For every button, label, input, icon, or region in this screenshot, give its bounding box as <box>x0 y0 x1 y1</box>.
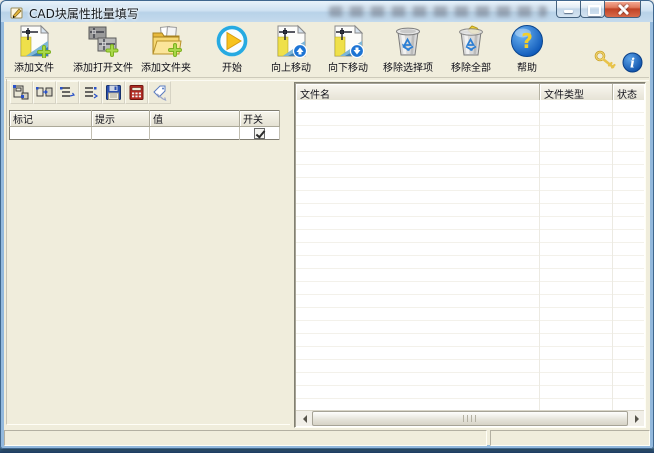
move-up-icon <box>264 24 318 62</box>
calculator-button[interactable] <box>125 81 148 104</box>
status-left <box>4 430 487 446</box>
close-button[interactable] <box>604 1 641 18</box>
horizontal-scrollbar[interactable] <box>296 410 644 426</box>
add-file-button[interactable]: 添加文件 <box>4 24 64 74</box>
svg-text:?: ? <box>521 29 533 53</box>
calculator-icon <box>128 84 145 101</box>
main-toolbar: 添加文件 添加 <box>4 23 650 76</box>
attr-list-in-icon <box>82 84 99 101</box>
key-icon[interactable] <box>594 50 618 74</box>
attribute-mini-toolbar <box>10 81 171 105</box>
move-down-button[interactable]: 向下移动 <box>321 24 375 74</box>
tag-edit-button[interactable] <box>148 81 171 104</box>
add-open-files-label: 添加打开文件 <box>64 63 142 74</box>
start-button[interactable]: 开始 <box>210 24 254 74</box>
save-icon <box>105 84 122 101</box>
attribute-table: 标记 提示 值 开关 <box>9 110 280 140</box>
remove-selected-icon <box>376 24 440 62</box>
start-label: 开始 <box>210 63 254 74</box>
background-glass-blur <box>329 6 547 17</box>
add-file-label: 添加文件 <box>4 63 64 74</box>
remove-selected-label: 移除选择项 <box>376 63 440 74</box>
minimize-icon <box>564 10 573 13</box>
attr-list-out-icon <box>59 84 76 101</box>
block-attr-apply-button[interactable] <box>33 81 56 104</box>
attribute-row[interactable] <box>10 127 280 140</box>
scrollbar-grip <box>463 415 477 422</box>
start-icon <box>210 24 254 62</box>
remove-all-label: 移除全部 <box>442 63 500 74</box>
add-folder-icon <box>134 24 198 62</box>
scroll-left-button[interactable] <box>296 411 311 426</box>
attr-cell-tag[interactable] <box>10 127 92 140</box>
help-label: 帮助 <box>506 63 548 74</box>
add-folder-label: 添加文件夹 <box>134 63 198 74</box>
file-list[interactable]: 文件名 文件类型 状态 <box>294 82 646 428</box>
move-up-button[interactable]: 向上移动 <box>264 24 318 74</box>
col-filetype[interactable]: 文件类型 <box>540 84 613 100</box>
save-button[interactable] <box>102 81 125 104</box>
help-button[interactable]: ? 帮助 <box>506 24 548 74</box>
maximize-button[interactable] <box>580 1 605 18</box>
attr-col-tag[interactable]: 标记 <box>10 111 92 127</box>
file-list-body[interactable] <box>296 100 644 410</box>
col-status[interactable]: 状态 <box>613 84 644 100</box>
svg-text:i: i <box>630 57 635 72</box>
move-up-label: 向上移动 <box>264 63 318 74</box>
attr-col-value[interactable]: 值 <box>150 111 240 127</box>
info-icon[interactable]: i <box>622 52 643 77</box>
file-list-header: 文件名 文件类型 状态 <box>296 84 644 100</box>
maximize-icon <box>588 5 601 16</box>
close-icon <box>617 3 629 15</box>
attr-list-out-button[interactable] <box>56 81 79 104</box>
attr-col-switch[interactable]: 开关 <box>240 111 280 127</box>
add-file-icon <box>4 24 64 62</box>
remove-all-icon <box>442 24 500 62</box>
attr-list-in-button[interactable] <box>79 81 102 104</box>
add-open-files-icon <box>64 24 142 62</box>
block-attr-apply-icon <box>36 84 53 101</box>
help-icon: ? <box>506 24 548 62</box>
status-bar <box>4 430 650 446</box>
scroll-right-button[interactable] <box>629 411 644 426</box>
remove-selected-button[interactable]: 移除选择项 <box>376 24 440 74</box>
attr-cell-prompt[interactable] <box>92 127 150 140</box>
attribute-panel: 标记 提示 值 开关 <box>6 79 290 425</box>
block-attr-sync-icon <box>13 84 30 101</box>
scrollbar-thumb[interactable] <box>312 411 628 426</box>
add-open-files-button[interactable]: 添加打开文件 <box>64 24 142 74</box>
move-down-icon <box>321 24 375 62</box>
column-divider <box>539 100 540 410</box>
move-down-label: 向下移动 <box>321 63 375 74</box>
tag-edit-icon <box>151 84 168 101</box>
col-filename[interactable]: 文件名 <box>296 84 540 100</box>
app-window: CAD块属性批量填写 添加文件 <box>0 0 654 449</box>
attr-cell-switch[interactable] <box>240 127 280 140</box>
add-folder-button[interactable]: 添加文件夹 <box>134 24 198 74</box>
minimize-button[interactable] <box>556 1 581 18</box>
status-right <box>490 430 650 446</box>
attr-col-prompt[interactable]: 提示 <box>92 111 150 127</box>
remove-all-button[interactable]: 移除全部 <box>442 24 500 74</box>
window-title: CAD块属性批量填写 <box>29 5 139 22</box>
column-divider <box>612 100 613 410</box>
attr-cell-value[interactable] <box>150 127 240 140</box>
switch-checkbox[interactable] <box>254 128 265 139</box>
app-pencil-icon <box>10 5 24 19</box>
block-attr-sync-button[interactable] <box>10 81 33 104</box>
